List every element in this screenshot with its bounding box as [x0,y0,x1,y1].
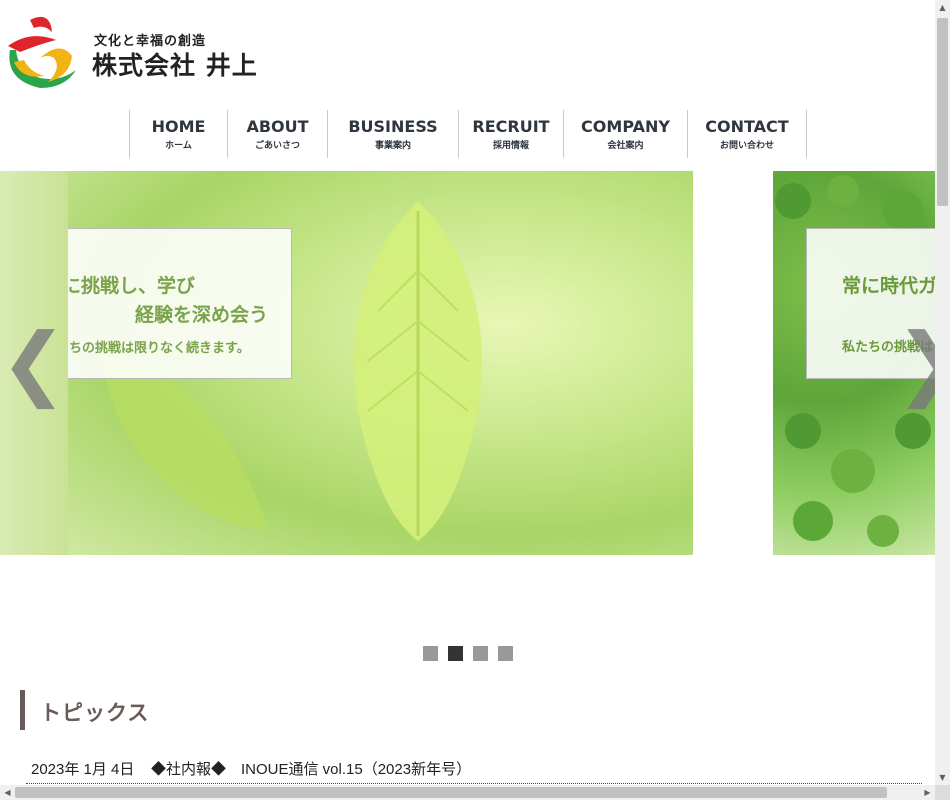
company-name: 株式会社 井上 [92,51,258,80]
nav-business[interactable]: BUSINESS 事業案内 [327,110,458,158]
nav-business-label: BUSINESS [348,116,438,136]
caption-line-3: 私たちの挑戦は限りなく続きます。 [68,341,250,356]
pager-dot-2[interactable] [448,646,463,661]
scroll-left-icon[interactable]: ◀ [0,785,15,800]
scroll-right-icon[interactable]: ▶ [920,785,935,800]
pager-dot-3[interactable] [473,646,488,661]
nav-home-label: HOME [151,116,206,136]
news-date: 2023年 1月 4日 [31,761,135,778]
nav-about-label: ABOUT [246,116,309,136]
nav-contact[interactable]: CONTACT お問い合わせ [687,110,807,158]
nav-about-sub: ごあいさつ [254,140,300,151]
nav-recruit[interactable]: RECRUIT 採用情報 [458,110,563,158]
news-title[interactable]: ◆社内報◆ INOUE通信 vol.15（2023新年号） [151,758,471,779]
slider-next-arrow[interactable]: ❯ [895,321,935,405]
scroll-up-icon[interactable]: ▲ [935,0,950,15]
company-logo[interactable] [0,10,80,90]
pager-dot-1[interactable] [423,646,438,661]
horizontal-scroll-thumb[interactable] [15,787,887,798]
scroll-down-icon[interactable]: ▼ [935,770,950,785]
topics-accent-bar [20,690,25,730]
news-item[interactable]: 2023年 1月 4日 ◆社内報◆ INOUE通信 vol.15（2023新年号… [26,755,922,784]
global-nav: HOME ホーム ABOUT ごあいさつ BUSINESS 事業案内 RECRU… [129,110,807,158]
nav-home[interactable]: HOME ホーム [129,110,227,158]
nav-business-sub: 事業案内 [374,140,411,151]
scrollbar-corner [935,785,950,800]
vertical-scroll-thumb[interactable] [937,18,948,206]
pager-dot-4[interactable] [498,646,513,661]
horizontal-scrollbar[interactable]: ◀ ▶ [0,785,935,800]
nav-company-sub: 会社案内 [607,140,644,151]
nav-company-label: COMPANY [581,116,670,136]
slider-pager [423,646,513,661]
slide-caption: 常に挑戦し、学び 経験を深め会う 私たちの挑戦は限りなく続きます。 [68,228,292,379]
nav-contact-label: CONTACT [705,116,789,136]
nav-contact-sub: お問い合わせ [719,140,774,151]
vertical-scrollbar[interactable]: ▲ ▼ [935,0,950,785]
nav-recruit-label: RECRUIT [472,116,550,136]
nav-company[interactable]: COMPANY 会社案内 [563,110,687,158]
nav-about[interactable]: ABOUT ごあいさつ [227,110,327,158]
nav-home-sub: ホーム [165,140,192,151]
slider-prev-arrow[interactable]: ❮ [0,321,67,405]
caption-line-1: 常に挑戦し、学び [68,275,196,297]
next-caption-line-1: 常に時代ガ [842,275,935,297]
nav-recruit-sub: 採用情報 [492,140,529,151]
slide-current: 常に挑戦し、学び 経験を深め会う 私たちの挑戦は限りなく続きます。 [68,171,693,555]
leaf-image [354,201,482,541]
caption-line-2: 経験を深め会う [135,304,269,326]
hero-slider: 常に挑戦し、学び 経験を深め会う 私たちの挑戦は限りなく続きます。 常に時代ガ … [0,171,935,555]
topics-heading: トピックス [40,701,150,725]
